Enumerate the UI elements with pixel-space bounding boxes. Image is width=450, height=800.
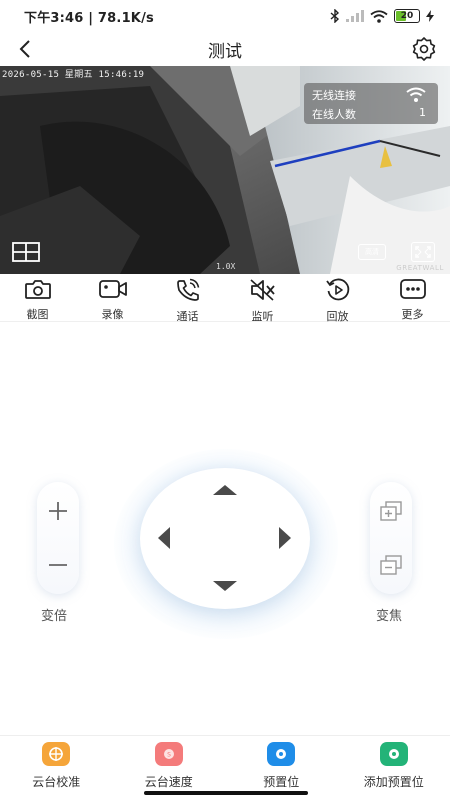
video-record-icon — [98, 278, 128, 300]
focus-label: 变焦 — [376, 609, 403, 624]
focus-minus-icon — [380, 555, 402, 575]
status-icons: 20 — [330, 7, 434, 25]
speed-icon: S — [154, 742, 183, 766]
video-feed[interactable]: 2026-05-15 星期五 15:46:19 无线连接 在线人数 1 高清 1… — [0, 66, 450, 274]
fullscreen-button[interactable] — [411, 242, 435, 262]
online-label: 在线人数 — [312, 108, 356, 121]
video-timestamp: 2026-05-15 星期五 15:46:19 — [2, 70, 145, 80]
playback-button[interactable]: 回放 — [300, 274, 375, 323]
playback-speed: 1.0X — [216, 262, 236, 271]
zoom-out-button[interactable] — [37, 544, 79, 586]
playback-icon — [323, 278, 353, 302]
more-button[interactable]: 更多 — [375, 274, 450, 321]
settings-button[interactable] — [408, 33, 440, 65]
focus-plus-icon — [380, 501, 402, 521]
listen-button[interactable]: 监听 — [225, 274, 300, 323]
camera-watermark: GREATWALL — [396, 264, 444, 272]
tool-label: 通话 — [176, 310, 199, 323]
focus-in-button[interactable] — [370, 490, 412, 532]
zoom-in-button[interactable] — [37, 490, 79, 532]
add-preset-icon — [379, 742, 408, 766]
ptz-calibrate-button[interactable]: 云台校准 — [0, 736, 113, 800]
bottom-label: 云台速度 — [144, 775, 193, 789]
preset-icon — [267, 742, 296, 766]
home-indicator — [144, 791, 308, 795]
connection-info-panel: 无线连接 在线人数 1 — [304, 83, 438, 124]
zoom-label: 变倍 — [41, 609, 68, 624]
tool-label: 更多 — [401, 308, 424, 321]
pan-left-button[interactable] — [158, 527, 170, 549]
direction-pad[interactable] — [140, 468, 310, 609]
grid-view-button[interactable] — [12, 242, 40, 262]
tool-label: 监听 — [251, 310, 274, 323]
screenshot-button[interactable]: 截图 — [0, 274, 75, 321]
hd-quality-button[interactable]: 高清 — [358, 244, 386, 260]
calibrate-icon — [42, 742, 71, 766]
ptz-control-area: 变倍 变焦 — [0, 323, 450, 735]
minus-icon — [49, 564, 67, 566]
bluetooth-icon — [330, 9, 340, 23]
call-button[interactable]: 通话 — [150, 274, 225, 323]
pan-right-button[interactable] — [279, 527, 291, 549]
status-time: 下午3:46 | 78.1K/s — [24, 11, 154, 26]
online-count: 1 — [419, 106, 426, 119]
header: 测试 — [0, 32, 450, 66]
add-preset-button[interactable]: 添加预置位 — [338, 736, 450, 800]
grid-icon — [12, 242, 40, 262]
charging-icon — [426, 10, 434, 22]
speaker-mute-icon — [248, 278, 278, 302]
svg-text:S: S — [167, 752, 171, 759]
focus-out-button[interactable] — [370, 544, 412, 586]
wireless-row: 无线连接 — [312, 87, 426, 103]
video-toolbar: 截图 录像 通话 监听 回放 更多 — [0, 274, 450, 323]
wifi-icon — [406, 87, 426, 106]
bottom-label: 预置位 — [263, 775, 300, 789]
bottom-label: 云台校准 — [32, 775, 81, 789]
plus-icon — [49, 502, 67, 520]
tool-label: 回放 — [326, 310, 349, 323]
battery-icon: 20 — [394, 9, 420, 23]
record-button[interactable]: 录像 — [75, 274, 150, 321]
gear-icon — [412, 37, 436, 61]
tool-label: 录像 — [101, 308, 124, 321]
focus-control — [370, 482, 412, 594]
more-icon — [398, 278, 428, 300]
signal-icon — [346, 10, 364, 22]
wireless-label: 无线连接 — [312, 89, 356, 102]
phone-icon — [173, 278, 203, 302]
bottom-label: 添加预置位 — [363, 775, 424, 789]
page-title: 测试 — [208, 42, 242, 62]
status-bar: 下午3:46 | 78.1K/s 20 — [0, 0, 450, 32]
camera-icon — [23, 278, 53, 300]
fullscreen-icon — [415, 246, 431, 258]
battery-level: 20 — [400, 11, 414, 21]
wifi-icon — [370, 9, 388, 23]
pan-up-button[interactable] — [213, 485, 237, 495]
pan-down-button[interactable] — [213, 581, 237, 591]
zoom-control — [37, 482, 79, 594]
tool-label: 截图 — [26, 308, 49, 321]
online-row: 在线人数 1 — [312, 106, 426, 122]
